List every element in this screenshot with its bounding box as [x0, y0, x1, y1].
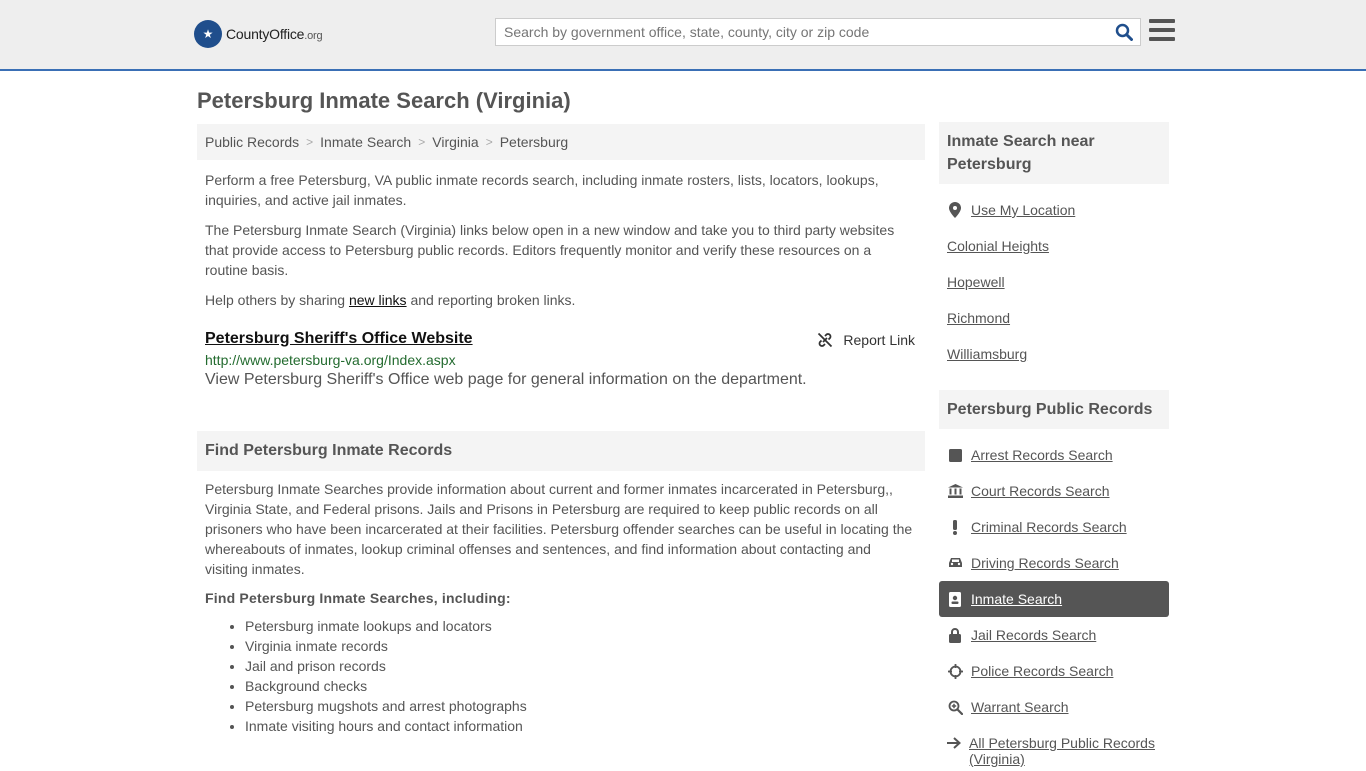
breadcrumb-virginia[interactable]: Virginia	[432, 134, 478, 150]
logo-text: CountyOffice.org	[226, 26, 323, 42]
intro-paragraph-2: The Petersburg Inmate Search (Virginia) …	[205, 222, 895, 278]
find-records-section: Petersburg Inmate Searches provide infor…	[197, 479, 925, 736]
use-my-location-link[interactable]: Use My Location	[971, 202, 1075, 218]
lock-icon	[947, 627, 963, 643]
resource-link-url: http://www.petersburg-va.org/Index.aspx	[205, 352, 456, 368]
resource-link-title[interactable]: Petersburg Sheriff's Office Website	[205, 330, 473, 348]
list-item: Inmate visiting hours and contact inform…	[245, 716, 917, 736]
public-records-heading: Petersburg Public Records	[939, 390, 1169, 429]
sidebar-link[interactable]: All Petersburg Public Records (Virginia)	[969, 735, 1169, 767]
search-icon[interactable]	[1108, 23, 1140, 41]
exclamation-icon	[947, 519, 963, 535]
hamburger-menu-icon[interactable]	[1149, 19, 1175, 41]
sidebar-item-jail-records[interactable]: Jail Records Search	[939, 617, 1169, 653]
main-content: Public Records > Inmate Search > Virgini…	[197, 124, 925, 736]
sidebar-item-court-records[interactable]: Court Records Search	[939, 473, 1169, 509]
breadcrumb-inmate-search[interactable]: Inmate Search	[320, 134, 411, 150]
find-records-body: Petersburg Inmate Searches provide infor…	[205, 481, 913, 577]
list-item: Petersburg mugshots and arrest photograp…	[245, 696, 917, 716]
car-icon	[947, 557, 963, 569]
crosshairs-icon	[947, 663, 963, 679]
courthouse-icon	[947, 484, 963, 498]
breadcrumb-separator: >	[485, 135, 493, 149]
breadcrumb-separator: >	[418, 135, 426, 149]
zoom-in-icon	[947, 700, 963, 715]
sidebar-link[interactable]: Court Records Search	[971, 483, 1110, 499]
near-link[interactable]: Hopewell	[947, 274, 1005, 290]
list-item: Petersburg inmate lookups and locators	[245, 616, 917, 636]
report-link-label: Report Link	[843, 332, 915, 348]
sidebar-item-warrant-search[interactable]: Warrant Search	[939, 689, 1169, 725]
id-badge-icon	[947, 591, 963, 607]
near-item-hopewell[interactable]: Hopewell	[939, 264, 1169, 300]
near-item-colonial-heights[interactable]: Colonial Heights	[939, 228, 1169, 264]
public-records-list: Arrest Records Search Court Records Sear…	[939, 429, 1169, 771]
list-item: Background checks	[245, 676, 917, 696]
search-types-list: Petersburg inmate lookups and locators V…	[205, 616, 917, 736]
sidebar-link[interactable]: Inmate Search	[971, 591, 1062, 607]
sidebar-item-police-records[interactable]: Police Records Search	[939, 653, 1169, 689]
list-item: Virginia inmate records	[245, 636, 917, 656]
report-link-button[interactable]: Report Link	[817, 332, 915, 348]
sidebar-item-arrest-records[interactable]: Arrest Records Search	[939, 437, 1169, 473]
square-icon	[947, 448, 963, 462]
near-item-richmond[interactable]: Richmond	[939, 300, 1169, 336]
map-marker-icon	[947, 202, 963, 218]
near-item-williamsburg[interactable]: Williamsburg	[939, 336, 1169, 372]
sidebar-item-all-public-records[interactable]: All Petersburg Public Records (Virginia)	[939, 725, 1169, 767]
breadcrumb-separator: >	[306, 135, 314, 149]
sidebar-link[interactable]: Warrant Search	[971, 699, 1069, 715]
search-bar	[495, 18, 1141, 46]
breadcrumb-public-records[interactable]: Public Records	[205, 134, 299, 150]
resource-link-description: View Petersburg Sheriff's Office web pag…	[205, 371, 807, 388]
page-title: Petersburg Inmate Search (Virginia)	[197, 88, 571, 113]
breadcrumb-petersburg[interactable]: Petersburg	[500, 134, 568, 150]
sidebar-link[interactable]: Arrest Records Search	[971, 447, 1113, 463]
sidebar-link[interactable]: Driving Records Search	[971, 555, 1119, 571]
broken-link-icon	[817, 332, 833, 348]
resource-link-card: Petersburg Sheriff's Office Website Repo…	[197, 330, 925, 389]
new-links-link[interactable]: new links	[349, 292, 407, 308]
find-records-heading: Find Petersburg Inmate Records	[197, 431, 925, 471]
breadcrumb: Public Records > Inmate Search > Virgini…	[197, 124, 925, 160]
sidebar-link[interactable]: Jail Records Search	[971, 627, 1096, 643]
sidebar-link[interactable]: Police Records Search	[971, 663, 1113, 679]
sidebar-item-criminal-records[interactable]: Criminal Records Search	[939, 509, 1169, 545]
sidebar-link[interactable]: Criminal Records Search	[971, 519, 1127, 535]
site-logo[interactable]: ★ CountyOffice.org	[194, 20, 323, 48]
sidebar-item-inmate-search[interactable]: Inmate Search	[939, 581, 1169, 617]
intro-paragraph-3: Help others by sharing new links and rep…	[205, 292, 576, 308]
site-header: ★ CountyOffice.org	[0, 0, 1366, 71]
near-link[interactable]: Williamsburg	[947, 346, 1027, 362]
intro-paragraph-1: Perform a free Petersburg, VA public inm…	[205, 172, 879, 208]
near-list: Use My Location Colonial Heights Hopewel…	[939, 184, 1169, 382]
near-link[interactable]: Richmond	[947, 310, 1010, 326]
arrow-right-icon	[947, 737, 961, 749]
seal-icon: ★	[194, 20, 222, 48]
sidebar-item-driving-records[interactable]: Driving Records Search	[939, 545, 1169, 581]
find-searches-subheading: Find Petersburg Inmate Searches, includi…	[205, 590, 511, 606]
list-item: Jail and prison records	[245, 656, 917, 676]
near-heading: Inmate Search near Petersburg	[939, 122, 1169, 184]
near-link[interactable]: Colonial Heights	[947, 238, 1049, 254]
use-my-location-item[interactable]: Use My Location	[939, 192, 1169, 228]
intro-text: Perform a free Petersburg, VA public inm…	[197, 170, 925, 310]
sidebar: Inmate Search near Petersburg Use My Loc…	[939, 122, 1169, 771]
search-input[interactable]	[496, 19, 1108, 45]
